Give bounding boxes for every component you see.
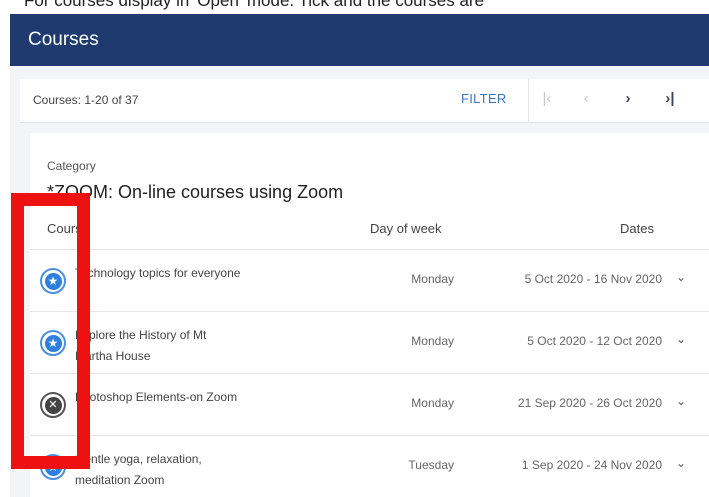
chevron-down-icon[interactable]: ⌄: [676, 270, 686, 284]
next-page-icon[interactable]: ›: [617, 90, 639, 107]
course-dates: 1 Sep 2020 - 24 Nov 2020: [521, 458, 662, 472]
toolbar-divider: [528, 79, 529, 123]
column-day-of-week[interactable]: Day of week: [370, 221, 442, 236]
previous-page-icon[interactable]: ‹: [575, 90, 597, 107]
chevron-down-icon[interactable]: ⌄: [676, 394, 686, 408]
course-name[interactable]: Explore the History of Mt Martha House: [75, 325, 245, 367]
category-label: Category: [47, 159, 96, 173]
course-name[interactable]: Photoshop Elements-on Zoom: [75, 387, 245, 408]
first-page-icon[interactable]: |‹: [536, 90, 558, 107]
course-row[interactable]: ★ Explore the History of Mt Martha House…: [30, 312, 709, 374]
category-name: *ZOOM: On-line courses using Zoom: [47, 182, 344, 202]
course-dates: 21 Sep 2020 - 26 Oct 2020: [517, 396, 662, 410]
chevron-down-icon[interactable]: ⌄: [676, 456, 686, 470]
course-day: Monday: [411, 334, 454, 348]
course-day: Monday: [411, 396, 454, 410]
column-course[interactable]: Course: [47, 221, 89, 236]
chevron-down-icon[interactable]: ⌄: [676, 332, 686, 346]
filter-button[interactable]: FILTER: [461, 91, 507, 106]
course-day: Monday: [411, 272, 454, 286]
star-icon[interactable]: ★: [40, 454, 66, 480]
star-icon[interactable]: ★: [40, 268, 66, 294]
top-caption-strip: For courses display in 'Open' mode. Tick…: [0, 0, 709, 14]
last-page-icon[interactable]: ›|: [659, 90, 681, 107]
course-row[interactable]: ★ Technology topics for everyone Monday …: [30, 250, 709, 312]
course-panel: Category *ZOOM: On-line courses using Zo…: [30, 133, 709, 497]
course-dates: 5 Oct 2020 - 16 Nov 2020: [524, 272, 662, 286]
course-day: Tuesday: [408, 458, 454, 472]
top-caption: For courses display in 'Open' mode. Tick…: [24, 0, 485, 10]
course-row[interactable]: ✕ Photoshop Elements-on Zoom Monday 21 S…: [30, 374, 709, 436]
page-title: Courses: [28, 29, 99, 50]
course-dates: 5 Oct 2020 - 12 Oct 2020: [527, 334, 662, 348]
course-row[interactable]: ★ Gentle yoga, relaxation, meditation Zo…: [30, 436, 709, 497]
course-name[interactable]: Gentle yoga, relaxation, meditation Zoom: [75, 449, 245, 491]
list-toolbar: Courses: 1-20 of 37 FILTER |‹ ‹ › ›|: [20, 79, 709, 123]
star-icon[interactable]: ★: [40, 330, 66, 356]
course-count: Courses: 1-20 of 37: [33, 93, 139, 107]
cancel-icon[interactable]: ✕: [40, 392, 66, 418]
app-header: Courses: [10, 14, 709, 66]
course-name[interactable]: Technology topics for everyone: [75, 263, 245, 284]
column-dates[interactable]: Dates: [620, 221, 654, 236]
